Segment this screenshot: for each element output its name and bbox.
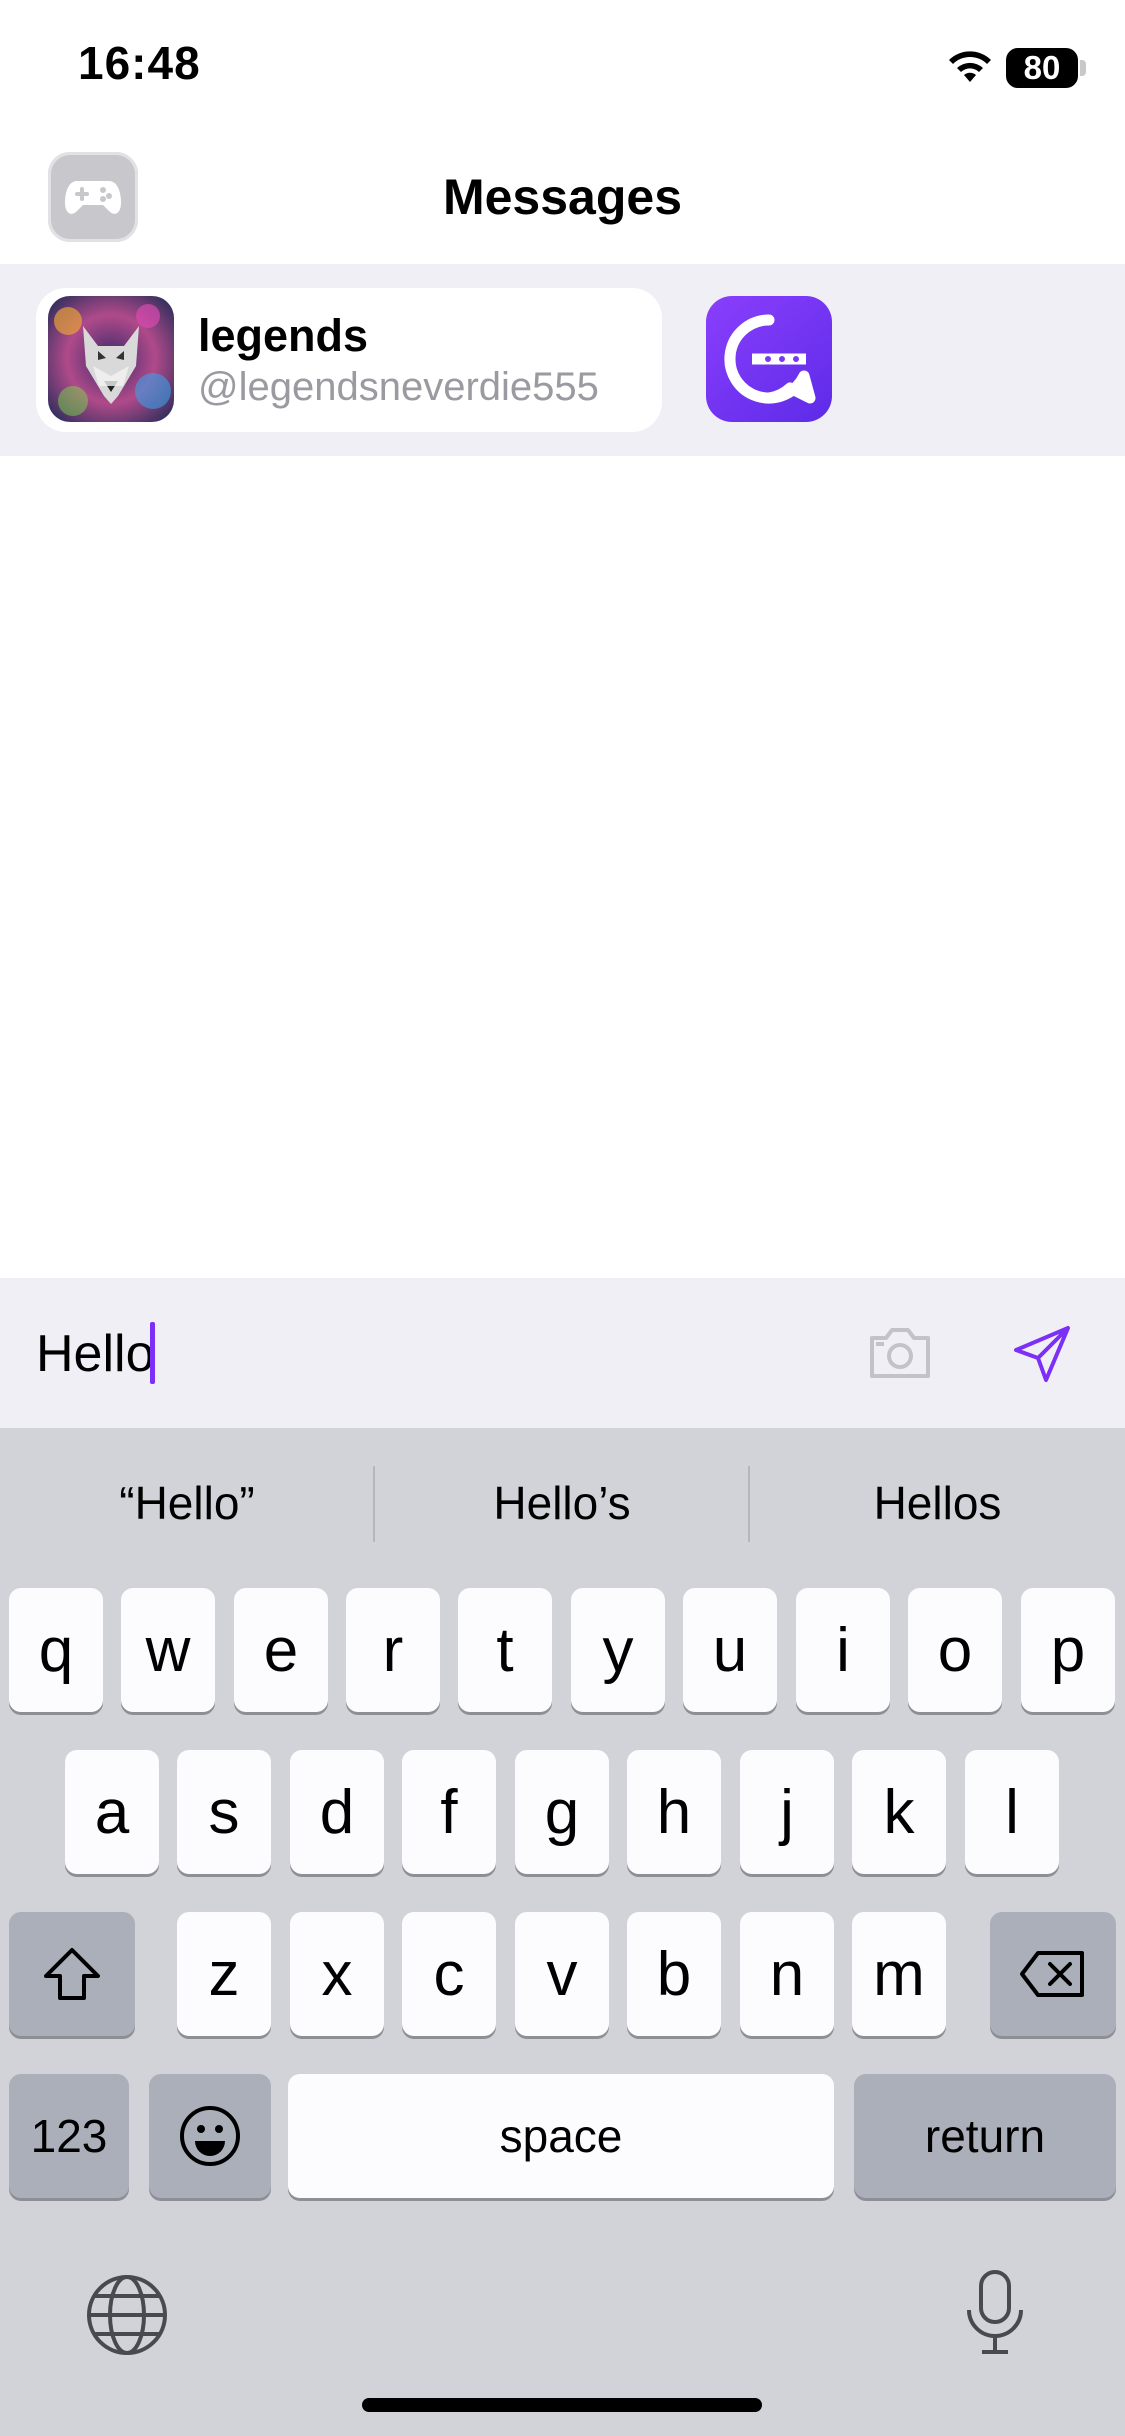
app-logo[interactable] <box>706 296 832 422</box>
key-d[interactable]: d <box>290 1750 384 1874</box>
globe-icon[interactable] <box>82 2270 172 2360</box>
key-e[interactable]: e <box>234 1588 328 1712</box>
conversation-name: legends <box>198 310 369 361</box>
key-g[interactable]: g <box>515 1750 609 1874</box>
text-caret <box>150 1322 155 1384</box>
avatar <box>48 296 174 422</box>
status-time: 16:48 <box>78 37 201 89</box>
key-k[interactable]: k <box>852 1750 946 1874</box>
key-u[interactable]: u <box>683 1588 777 1712</box>
suggestion-1[interactable]: “Hello” <box>0 1476 374 1536</box>
key-a[interactable]: a <box>65 1750 159 1874</box>
chat-bubble-logo-icon <box>724 314 816 404</box>
key-x[interactable]: x <box>290 1912 384 2036</box>
microphone-icon[interactable] <box>960 2268 1030 2358</box>
key-o[interactable]: o <box>908 1588 1002 1712</box>
key-p[interactable]: p <box>1021 1588 1115 1712</box>
key-w[interactable]: w <box>121 1588 215 1712</box>
send-icon[interactable] <box>1010 1322 1074 1386</box>
delete-key[interactable] <box>990 1912 1116 2036</box>
key-b[interactable]: b <box>627 1912 721 2036</box>
backspace-icon <box>1020 1951 1084 1997</box>
suggestion-2[interactable]: Hello’s <box>375 1476 749 1536</box>
key-y[interactable]: y <box>571 1588 665 1712</box>
shift-key[interactable] <box>9 1912 135 2036</box>
key-m[interactable]: m <box>852 1912 946 2036</box>
key-v[interactable]: v <box>515 1912 609 2036</box>
key-z[interactable]: z <box>177 1912 271 2036</box>
message-composer <box>0 1278 1125 1428</box>
home-indicator <box>362 2398 762 2412</box>
key-l[interactable]: l <box>965 1750 1059 1874</box>
wifi-icon <box>949 51 991 82</box>
key-q[interactable]: q <box>9 1588 103 1712</box>
numbers-key[interactable]: 123 <box>9 2074 129 2198</box>
key-n[interactable]: n <box>740 1912 834 2036</box>
key-h[interactable]: h <box>627 1750 721 1874</box>
key-c[interactable]: c <box>402 1912 496 2036</box>
emoji-icon <box>180 2106 240 2166</box>
message-input[interactable]: Hello <box>36 1324 155 1384</box>
key-j[interactable]: j <box>740 1750 834 1874</box>
key-i[interactable]: i <box>796 1588 890 1712</box>
key-t[interactable]: t <box>458 1588 552 1712</box>
battery-indicator: 80 <box>1006 48 1078 88</box>
camera-icon[interactable] <box>866 1322 934 1382</box>
key-r[interactable]: r <box>346 1588 440 1712</box>
key-f[interactable]: f <box>402 1750 496 1874</box>
key-s[interactable]: s <box>177 1750 271 1874</box>
page-title: Messages <box>442 169 683 225</box>
conversation-handle: @legendsneverdie555 <box>198 365 599 409</box>
emoji-key[interactable] <box>149 2074 271 2198</box>
battery-cap <box>1080 60 1086 76</box>
space-key[interactable]: space <box>288 2074 834 2198</box>
shift-icon <box>44 1948 100 2000</box>
suggestion-3[interactable]: Hellos <box>750 1476 1125 1536</box>
return-key[interactable]: return <box>854 2074 1116 2198</box>
